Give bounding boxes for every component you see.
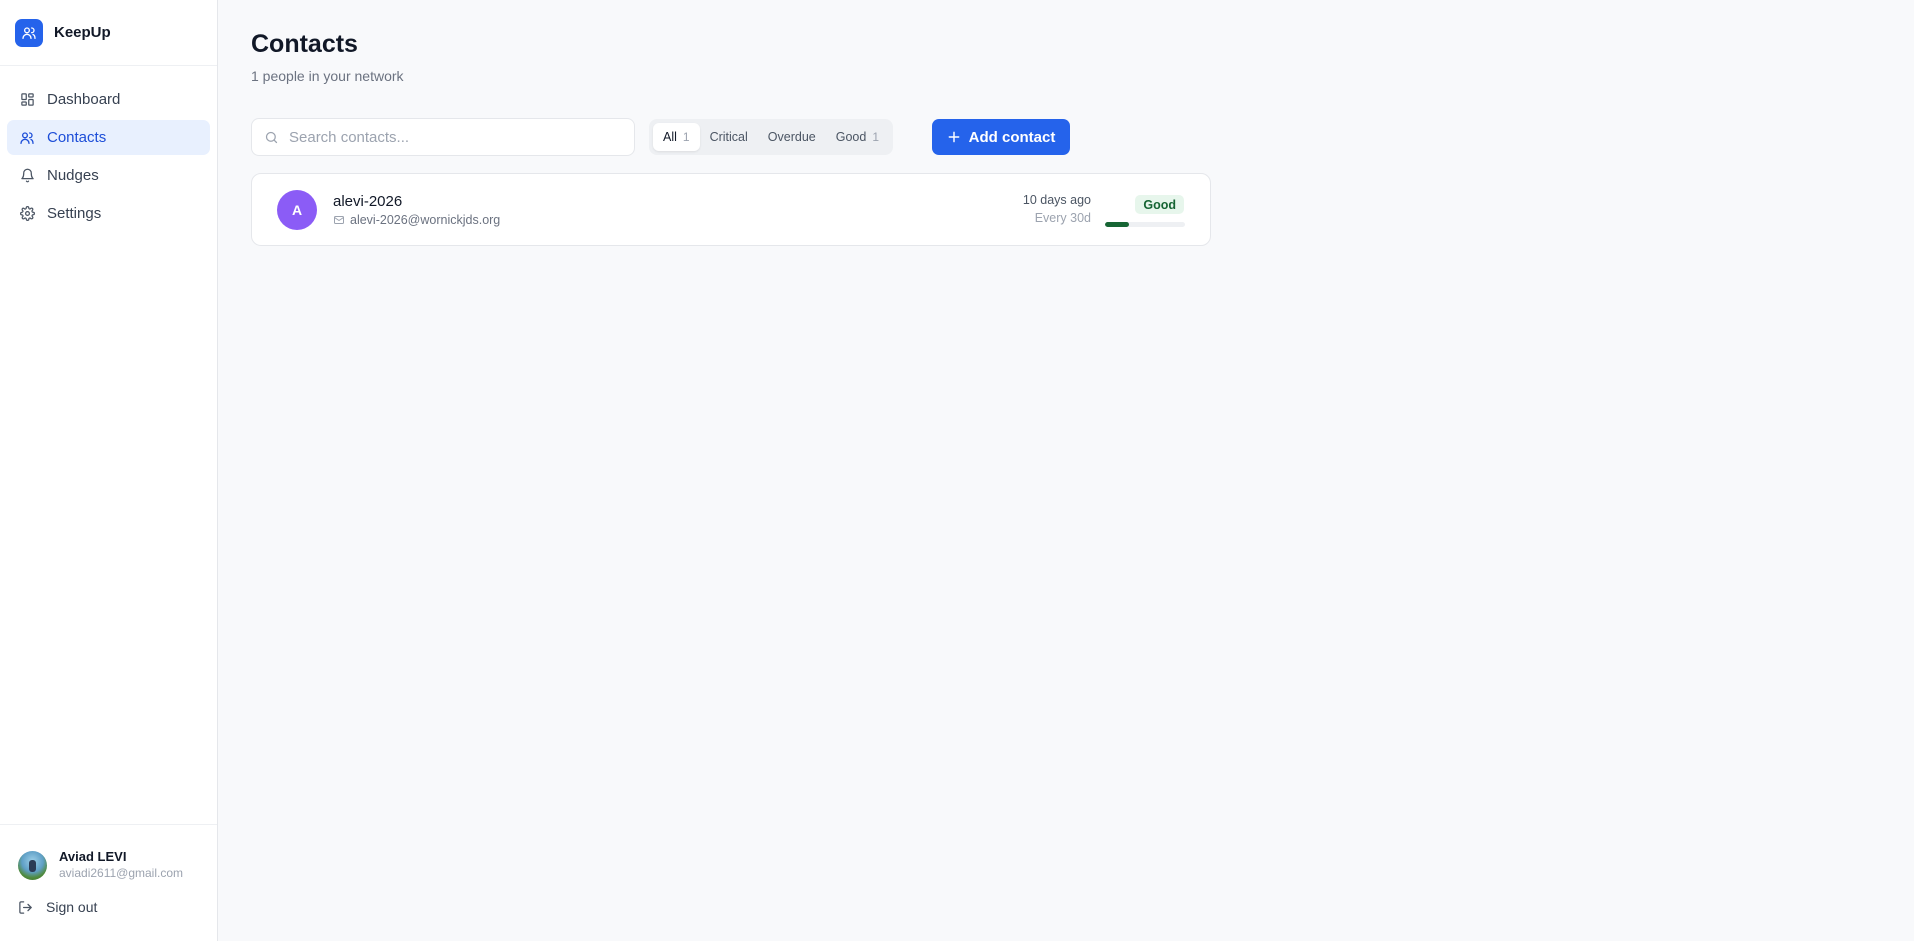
last-contacted: 10 days ago [1022, 193, 1091, 207]
filter-label: All [663, 130, 677, 144]
avatar [18, 850, 47, 880]
sidebar-item-label: Nudges [47, 167, 99, 184]
contact-avatar: A [277, 190, 317, 230]
filter-all[interactable]: All 1 [653, 123, 700, 151]
contact-email-text: alevi-2026@wornickjds.org [350, 213, 501, 227]
sign-out-label: Sign out [46, 899, 98, 915]
brand[interactable]: KeepUp [0, 0, 217, 66]
contact-card[interactable]: A alevi-2026 alevi-2026@wornickjds.org 1… [251, 173, 1211, 246]
filter-label: Overdue [767, 130, 816, 144]
add-contact-button[interactable]: Add contact [932, 119, 1070, 155]
user-block: Aviad LEVI aviadi2611@gmail.com Sign out [0, 824, 217, 941]
contact-name: alevi-2026 [333, 193, 403, 210]
contact-frequency: Every 30d [1034, 211, 1091, 225]
search-input[interactable] [289, 128, 609, 146]
gear-icon [19, 206, 35, 222]
filter-good[interactable]: Good 1 [826, 123, 889, 151]
sidebar-nav: Dashboard Contacts Nudges Settings [0, 66, 217, 231]
filter-count: 1 [682, 130, 690, 144]
bell-icon [19, 168, 35, 184]
sidebar-item-contacts[interactable]: Contacts [7, 120, 210, 155]
filter-tabs: All 1 Critical Overdue Good 1 [649, 119, 894, 155]
search-box[interactable] [251, 118, 635, 156]
sidebar-item-label: Dashboard [47, 91, 121, 108]
log-out-icon [18, 899, 34, 915]
user-name: Aviad LEVI [59, 849, 127, 864]
sidebar: KeepUp Dashboard Contacts Nudges Setting… [0, 0, 218, 941]
mail-icon [333, 214, 345, 226]
filter-label: Critical [709, 130, 748, 144]
status-badge: Good [1135, 195, 1184, 214]
filter-critical[interactable]: Critical [700, 123, 758, 151]
page-subtitle: 1 people in your network [251, 68, 404, 84]
sidebar-item-nudges[interactable]: Nudges [7, 158, 210, 193]
user-email: aviadi2611@gmail.com [59, 866, 184, 880]
filter-overdue[interactable]: Overdue [758, 123, 826, 151]
health-progress-bar [1105, 222, 1185, 227]
user-profile[interactable]: Aviad LEVI aviadi2611@gmail.com [18, 849, 183, 881]
contact-email: alevi-2026@wornickjds.org [333, 213, 500, 227]
plus-icon [947, 130, 961, 144]
brand-name: KeepUp [54, 24, 111, 41]
filter-label: Good [835, 130, 867, 144]
search-icon [264, 130, 279, 145]
grid-icon [19, 92, 35, 108]
sign-out-button[interactable]: Sign out [18, 895, 97, 919]
filter-count: 1 [872, 130, 880, 144]
add-contact-label: Add contact [968, 128, 1056, 146]
sidebar-item-dashboard[interactable]: Dashboard [7, 82, 210, 117]
users-icon [15, 18, 43, 47]
page-title: Contacts [251, 30, 358, 58]
sidebar-item-label: Contacts [47, 129, 107, 146]
sidebar-item-label: Settings [47, 205, 102, 222]
sidebar-item-settings[interactable]: Settings [7, 196, 210, 231]
health-progress-fill [1105, 222, 1129, 227]
users-icon [19, 130, 35, 146]
